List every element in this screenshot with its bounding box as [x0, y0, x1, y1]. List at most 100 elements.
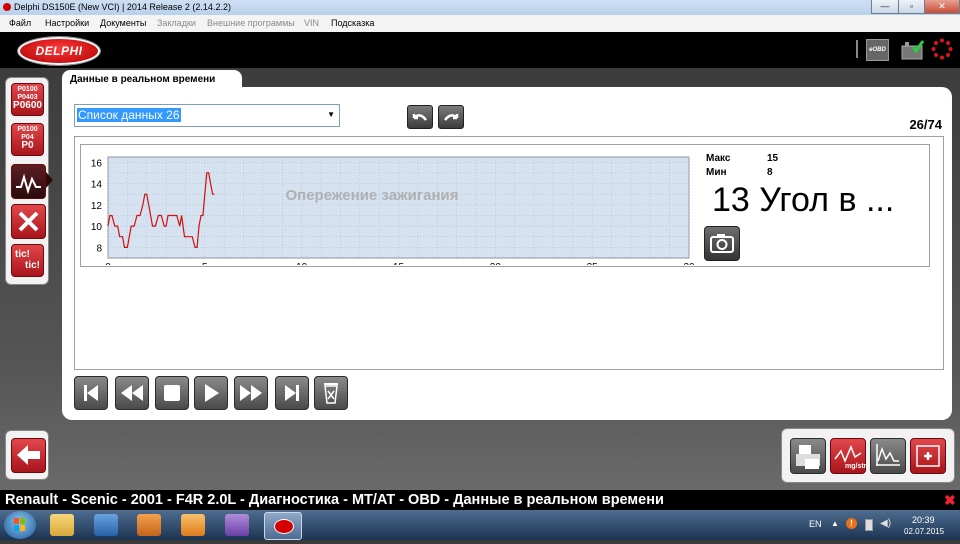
- header-divider: [856, 40, 858, 58]
- clear-fault-codes-button[interactable]: P0100 P04 P0: [11, 123, 44, 156]
- delphi-mini-logo-icon: [274, 519, 294, 534]
- tools-icon: [18, 211, 39, 232]
- fault-codes-button[interactable]: P0100 P0403 P0600: [11, 83, 44, 116]
- battery-tray-icon[interactable]: [865, 519, 873, 531]
- actuator-test-button[interactable]: tic! tic!: [11, 244, 44, 277]
- menu-bar: Файл Настройки Документы Закладки Внешни…: [0, 15, 960, 33]
- window-title-bar[interactable]: Delphi DS150E (New VCI) | 2014 Release 2…: [0, 0, 960, 15]
- max-label: Макс: [706, 153, 731, 164]
- report-button[interactable]: [910, 438, 946, 474]
- language-indicator[interactable]: EN: [809, 519, 822, 529]
- graph-title: Опережение зажигания: [285, 187, 458, 204]
- left-toolbar: P0100 P0403 P0600 P0100 P04 P0 tic! tic!: [5, 77, 56, 285]
- back-button[interactable]: [11, 438, 46, 473]
- fault-code-line: P0100: [17, 86, 38, 93]
- delete-recording-button[interactable]: [314, 376, 348, 410]
- save-taskbar-icon[interactable]: [94, 514, 118, 536]
- explorer-taskbar-icon[interactable]: [50, 514, 74, 536]
- selected-arrow-icon: [46, 172, 53, 188]
- window-title: Delphi DS150E (New VCI) | 2014 Release 2…: [14, 2, 231, 12]
- skip-start-icon: [84, 385, 98, 401]
- x-tick-label: 10: [296, 262, 308, 265]
- last-frame-button[interactable]: [275, 376, 309, 410]
- y-tick-label: 10: [91, 222, 103, 233]
- rewind-button[interactable]: [115, 376, 149, 410]
- minimize-button[interactable]: —: [871, 0, 899, 14]
- x-tick-label: 30: [683, 262, 695, 265]
- vci-connection-icon[interactable]: [901, 39, 925, 60]
- tray-expand-icon[interactable]: ▲: [831, 519, 839, 528]
- play-button[interactable]: [194, 376, 228, 410]
- previous-list-button[interactable]: [407, 105, 433, 129]
- visual-studio-taskbar-icon[interactable]: [225, 514, 249, 536]
- close-button[interactable]: ✕: [924, 0, 960, 14]
- fault-code-line: P0100: [17, 126, 38, 133]
- data-list-select[interactable]: Список данных 26 ▼: [74, 104, 340, 127]
- first-frame-button[interactable]: [74, 376, 108, 410]
- fast-forward-icon: [240, 385, 262, 401]
- parameter-counter: 26/74: [909, 117, 942, 132]
- fault-code-line: P0: [21, 140, 34, 151]
- start-button[interactable]: [4, 511, 36, 539]
- x-tick-label: 0: [105, 262, 111, 265]
- delphi-taskbar-icon[interactable]: [264, 512, 302, 540]
- y-axis-ticks: 8 10 12 14 16: [91, 158, 103, 254]
- max-value: 15: [767, 153, 779, 164]
- y-tick-label: 8: [96, 243, 102, 254]
- arrow-left-icon: [17, 445, 40, 465]
- x-tick-label: 20: [490, 262, 502, 265]
- trash-icon: [324, 383, 338, 404]
- clock-time[interactable]: 20:39: [912, 515, 935, 525]
- clock-date[interactable]: 02.07.2015: [904, 527, 944, 536]
- chevron-down-icon: ▼: [327, 110, 335, 119]
- app-taskbar-icon[interactable]: [137, 514, 161, 536]
- service-tools-button[interactable]: [11, 204, 46, 239]
- app-icon: [3, 3, 11, 11]
- current-value: 13 Угол в ...: [712, 181, 895, 219]
- status-bar: Renault - Scenic - 2001 - F4R 2.0L - Диа…: [0, 490, 960, 510]
- camera-icon: [710, 234, 734, 253]
- eobd-button[interactable]: eOBD: [866, 39, 889, 61]
- y-tick-label: 16: [91, 158, 103, 169]
- x-axis-ticks: 0 5 10 15 20 25 30: [105, 262, 695, 265]
- delphi-logo: DELPHI: [18, 37, 100, 65]
- min-label: Мин: [706, 167, 727, 178]
- menu-help[interactable]: Подсказка: [331, 18, 374, 28]
- windows-logo-icon: [14, 518, 25, 531]
- graph-view-icon: [876, 444, 900, 466]
- volume-tray-icon[interactable]: ◀): [880, 518, 891, 529]
- arrow-right-curved-icon: [444, 114, 459, 121]
- arrow-left-curved-icon: [412, 114, 427, 121]
- media-taskbar-icon[interactable]: [181, 514, 205, 536]
- menu-vin[interactable]: VIN: [304, 18, 319, 28]
- skip-end-icon: [285, 385, 299, 401]
- menu-file[interactable]: Файл: [9, 18, 31, 28]
- graph-view-button[interactable]: [870, 438, 906, 474]
- next-list-button[interactable]: [438, 105, 464, 129]
- data-list-value: Список данных 26: [77, 108, 181, 122]
- maximize-button[interactable]: ▫: [898, 0, 925, 14]
- tab-title: Данные в реальном времени: [70, 74, 216, 85]
- y-tick-label: 12: [91, 201, 103, 212]
- snapshot-button[interactable]: [704, 226, 740, 261]
- printer-icon: [796, 445, 820, 469]
- x-tick-label: 25: [587, 262, 599, 265]
- breadcrumb: Renault - Scenic - 2001 - F4R 2.0L - Диа…: [5, 492, 664, 508]
- fault-code-line: P0600: [13, 100, 42, 111]
- print-button[interactable]: [790, 438, 826, 474]
- play-icon: [205, 384, 219, 402]
- fast-forward-button[interactable]: [234, 376, 268, 410]
- menu-bookmarks[interactable]: Закладки: [157, 18, 196, 28]
- menu-external-programs[interactable]: Внешние программы: [207, 18, 295, 28]
- live-data-button[interactable]: [11, 164, 56, 199]
- ignition-advance-chart: 8 10 12 14 16 0 5 10 15 20 25 30 Опережение зажига…: [91, 156, 695, 265]
- menu-documents[interactable]: Документы: [100, 18, 146, 28]
- stop-button[interactable]: [155, 376, 189, 410]
- actuator-line: tic!: [15, 249, 30, 260]
- alert-tray-icon[interactable]: !: [846, 518, 857, 529]
- units-label: mg/str: [845, 463, 867, 470]
- menu-settings[interactable]: Настройки: [45, 18, 89, 28]
- status-close-button[interactable]: ✖: [944, 492, 956, 509]
- units-button[interactable]: mg/str: [830, 438, 866, 474]
- actuator-line: tic!: [25, 260, 40, 271]
